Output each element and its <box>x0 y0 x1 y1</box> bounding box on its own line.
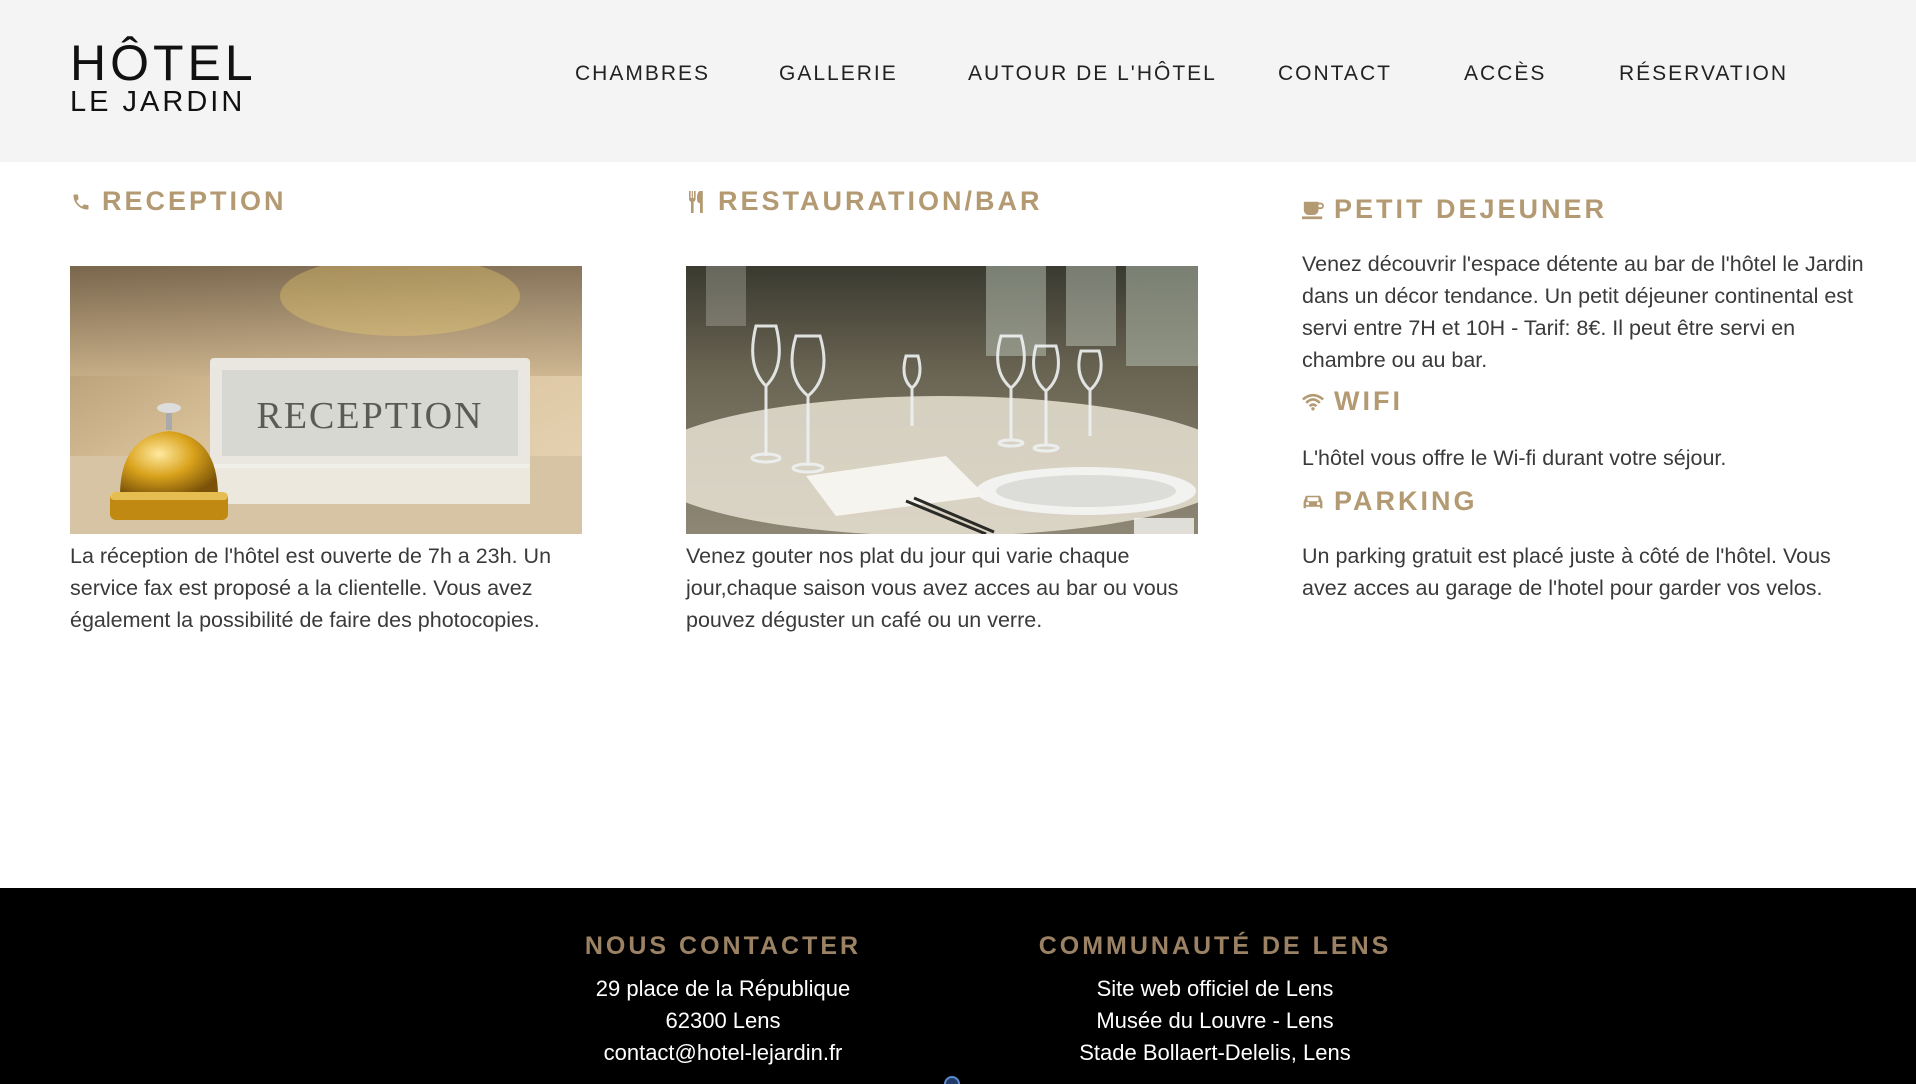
footer-community-title: COMMUNAUTÉ DE LENS <box>1038 932 1392 960</box>
parking-title: PARKING <box>1334 486 1478 516</box>
restaurant-description: Venez gouter nos plat du jour qui varie … <box>686 544 1179 632</box>
reception-description: La réception de l'hôtel est ouverte de 7… <box>70 544 552 632</box>
nav-item-autour[interactable]: AUTOUR DE L'HÔTEL <box>968 62 1217 86</box>
reception-title: RECEPTION <box>102 186 287 216</box>
utensils-icon <box>686 190 708 214</box>
reception-image: RECEPTION <box>70 266 582 534</box>
logo-line-hotel: HÔTEL <box>70 35 257 91</box>
wifi-icon <box>1302 390 1324 414</box>
breakfast-heading: PETIT DEJEUNER <box>1302 194 1607 225</box>
nav-item-contact[interactable]: CONTACT <box>1278 62 1392 86</box>
footer-community: COMMUNAUTÉ DE LENS Site web officiel de … <box>1015 932 1415 1069</box>
footer-link-lens[interactable]: Site web officiel de Lens <box>1015 973 1415 1005</box>
wifi-heading: WIFI <box>1302 386 1403 417</box>
phone-icon <box>70 190 92 214</box>
footer-link-louvre[interactable]: Musée du Louvre - Lens <box>1015 1005 1415 1037</box>
coffee-cup-icon <box>1302 198 1324 222</box>
breakfast-description: Venez découvrir l'espace détente au bar … <box>1302 252 1864 372</box>
hotel-logo[interactable]: HÔTEL LE JARDIN <box>70 35 257 118</box>
nav-item-gallerie[interactable]: GALLERIE <box>779 62 898 86</box>
nav-item-chambres[interactable]: CHAMBRES <box>575 62 710 86</box>
nav-item-reservation[interactable]: RÉSERVATION <box>1619 62 1788 86</box>
reception-sign-text: RECEPTION <box>257 395 484 437</box>
footer-city-line: 62300 Lens <box>665 1008 781 1033</box>
breakfast-title: PETIT DEJEUNER <box>1334 194 1608 224</box>
footer-contact: NOUS CONTACTER 29 place de la République… <box>543 932 903 1069</box>
footer-contact-title: NOUS CONTACTER <box>584 932 862 960</box>
wifi-description: L'hôtel vous offre le Wi-fi durant votre… <box>1302 446 1727 470</box>
site-footer: NOUS CONTACTER 29 place de la République… <box>0 888 1916 1084</box>
reception-heading: RECEPTION <box>70 186 287 217</box>
restaurant-title: RESTAURATION/BAR <box>718 186 1043 216</box>
footer-address-line: 29 place de la République <box>595 976 851 1001</box>
restaurant-heading: RESTAURATION/BAR <box>686 186 1043 217</box>
restaurant-image <box>686 266 1198 534</box>
wifi-title: WIFI <box>1334 386 1403 416</box>
parking-heading: PARKING <box>1302 486 1478 517</box>
logo-line-le-jardin: LE JARDIN <box>70 86 246 118</box>
nav-item-acces[interactable]: ACCÈS <box>1464 62 1546 86</box>
site-header: HÔTEL LE JARDIN CHAMBRES GALLERIE AUTOUR… <box>0 0 1916 162</box>
footer-link-stade[interactable]: Stade Bollaert-Delelis, Lens <box>1015 1037 1415 1069</box>
parking-description: Un parking gratuit est placé juste à côt… <box>1302 544 1831 600</box>
footer-email-link[interactable]: contact@hotel-lejardin.fr <box>543 1037 903 1069</box>
car-icon <box>1302 490 1324 514</box>
